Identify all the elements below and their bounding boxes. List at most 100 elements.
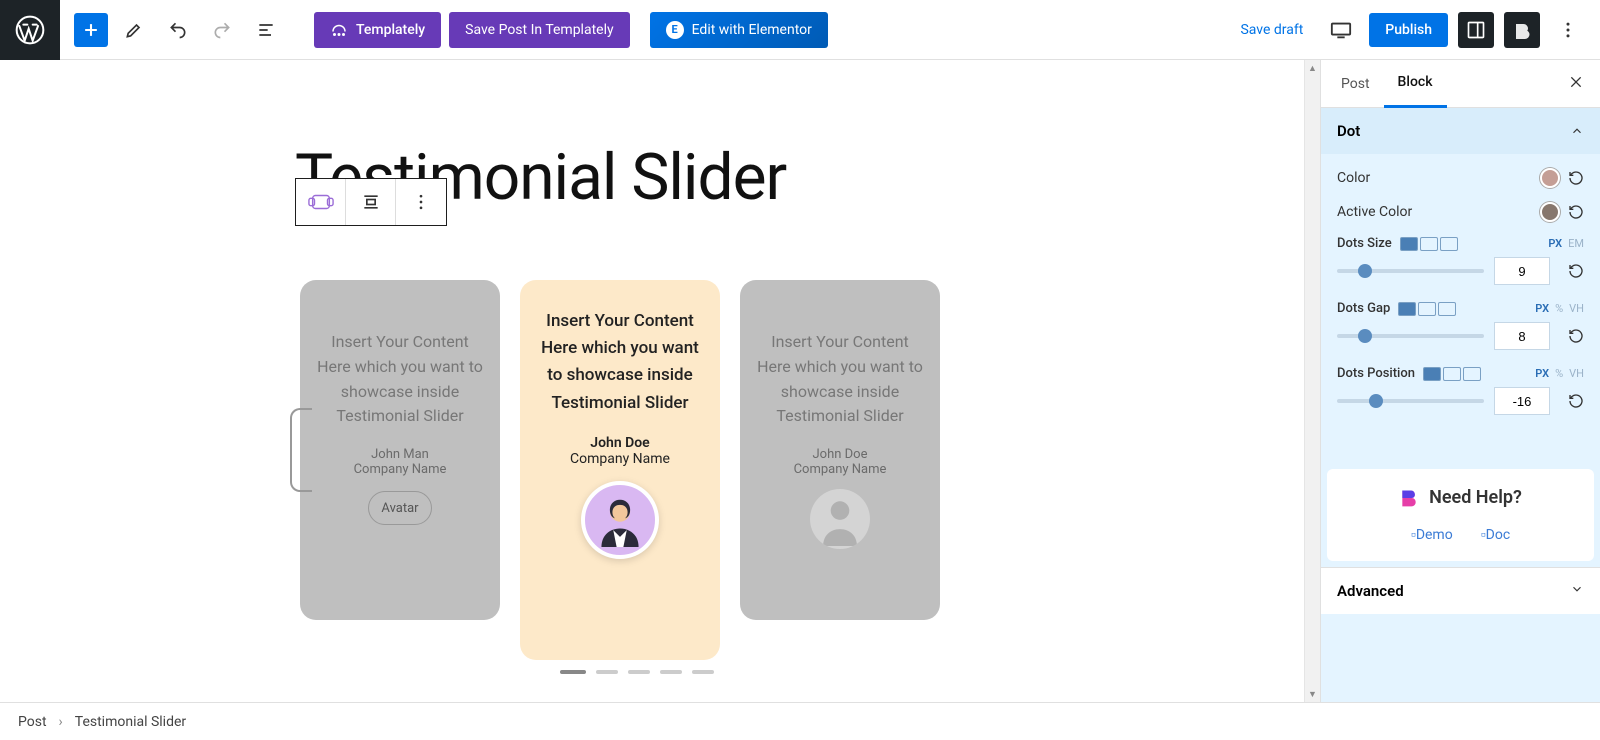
breadcrumb-separator: › xyxy=(59,714,63,730)
testimonial-name: John Doe xyxy=(536,435,704,451)
dots-position-row-header: Dots Position PX % VH xyxy=(1337,366,1584,381)
breadcrumb-current[interactable]: Testimonial Slider xyxy=(75,714,186,730)
dots-gap-slider[interactable] xyxy=(1337,334,1484,338)
unit-px[interactable]: PX xyxy=(1535,367,1549,380)
slider-dots[interactable] xyxy=(560,670,714,674)
dots-gap-label: Dots Gap xyxy=(1337,301,1390,316)
close-sidebar-button[interactable] xyxy=(1558,74,1594,94)
dots-size-label: Dots Size xyxy=(1337,236,1392,251)
unit-toggle[interactable]: PX % VH xyxy=(1535,302,1584,315)
avatar xyxy=(581,481,659,559)
more-options-button[interactable] xyxy=(1550,12,1586,48)
help-doc-link[interactable]: ▫Doc xyxy=(1481,526,1510,543)
settings-panel-toggle[interactable] xyxy=(1458,12,1494,48)
dots-position-input[interactable] xyxy=(1494,387,1550,415)
color-swatch[interactable] xyxy=(1540,168,1560,188)
device-desktop-icon[interactable] xyxy=(1423,367,1441,381)
color-row: Color xyxy=(1337,168,1584,188)
panel-advanced-header[interactable]: Advanced xyxy=(1321,567,1600,614)
testimonial-card[interactable]: Insert Your Content Here which you want … xyxy=(300,280,500,620)
device-tablet-icon[interactable] xyxy=(1418,302,1436,316)
top-toolbar: Templately Save Post In Templately E Edi… xyxy=(0,0,1600,60)
dot[interactable] xyxy=(692,670,714,674)
panel-dot-header[interactable]: Dot xyxy=(1321,108,1600,154)
dot[interactable] xyxy=(596,670,618,674)
color-label: Color xyxy=(1337,170,1370,186)
reset-icon[interactable] xyxy=(1568,204,1584,220)
responsive-toggle[interactable] xyxy=(1423,367,1481,381)
unit-vh[interactable]: VH xyxy=(1569,302,1584,315)
unit-em[interactable]: EM xyxy=(1568,237,1584,250)
save-draft-button[interactable]: Save draft xyxy=(1230,16,1313,44)
testimonial-name: John Man xyxy=(316,447,484,462)
sidebar-body: Dot Color Active Color xyxy=(1321,108,1600,702)
unit-px[interactable]: PX xyxy=(1548,237,1562,250)
essential-blocks-toggle[interactable] xyxy=(1504,12,1540,48)
help-demo-link[interactable]: ▫Demo xyxy=(1411,526,1453,543)
dots-gap-input[interactable] xyxy=(1494,322,1550,350)
publish-label: Publish xyxy=(1385,22,1432,38)
scroll-down-icon[interactable]: ▼ xyxy=(1305,686,1320,702)
device-desktop-icon[interactable] xyxy=(1400,237,1418,251)
redo-button[interactable] xyxy=(204,12,240,48)
publish-button[interactable]: Publish xyxy=(1369,13,1448,47)
active-color-label: Active Color xyxy=(1337,204,1412,220)
dot[interactable] xyxy=(628,670,650,674)
unit-percent[interactable]: % xyxy=(1555,302,1563,315)
edit-with-elementor-button[interactable]: E Edit with Elementor xyxy=(650,12,828,48)
preview-button[interactable] xyxy=(1323,12,1359,48)
device-mobile-icon[interactable] xyxy=(1438,302,1456,316)
breadcrumb-root[interactable]: Post xyxy=(18,714,47,730)
wordpress-logo[interactable] xyxy=(0,0,60,60)
editor-canvas[interactable]: Testimonial Slider Insert Your Content H… xyxy=(0,60,1304,702)
templately-label: Templately xyxy=(356,22,425,38)
unit-vh[interactable]: VH xyxy=(1569,367,1584,380)
tab-post[interactable]: Post xyxy=(1327,60,1384,108)
reset-icon[interactable] xyxy=(1568,263,1584,279)
tab-block[interactable]: Block xyxy=(1384,60,1447,108)
testimonial-card-active[interactable]: Insert Your Content Here which you want … xyxy=(520,280,720,660)
testimonial-cards: Insert Your Content Here which you want … xyxy=(300,280,940,660)
unit-toggle[interactable]: PX % VH xyxy=(1535,367,1584,380)
dots-position-slider[interactable] xyxy=(1337,399,1484,403)
device-tablet-icon[interactable] xyxy=(1420,237,1438,251)
unit-toggle[interactable]: PX EM xyxy=(1548,237,1584,250)
block-align-button[interactable] xyxy=(346,179,396,225)
add-block-button[interactable] xyxy=(74,13,108,47)
unit-percent[interactable]: % xyxy=(1555,367,1563,380)
dot-active[interactable] xyxy=(560,670,586,674)
list-view-button[interactable] xyxy=(248,12,284,48)
block-more-button[interactable] xyxy=(396,179,446,225)
device-desktop-icon[interactable] xyxy=(1398,302,1416,316)
reset-icon[interactable] xyxy=(1568,393,1584,409)
edit-mode-button[interactable] xyxy=(116,12,152,48)
avatar xyxy=(810,489,870,549)
save-in-templately-button[interactable]: Save Post In Templately xyxy=(449,12,629,48)
toolbar-left-group: Templately Save Post In Templately E Edi… xyxy=(60,12,828,48)
elementor-label: Edit with Elementor xyxy=(692,22,812,38)
elementor-icon: E xyxy=(666,21,684,39)
device-mobile-icon[interactable] xyxy=(1463,367,1481,381)
unit-px[interactable]: PX xyxy=(1535,302,1549,315)
dots-size-input[interactable] xyxy=(1494,257,1550,285)
dots-size-slider[interactable] xyxy=(1337,269,1484,273)
testimonial-quote: Insert Your Content Here which you want … xyxy=(316,330,484,429)
undo-button[interactable] xyxy=(160,12,196,48)
reset-icon[interactable] xyxy=(1568,170,1584,186)
device-mobile-icon[interactable] xyxy=(1440,237,1458,251)
templately-button[interactable]: Templately xyxy=(314,12,441,48)
responsive-toggle[interactable] xyxy=(1398,302,1456,316)
panel-dot: Color Active Color Dots Size xyxy=(1321,154,1600,451)
testimonial-card[interactable]: Insert Your Content Here which you want … xyxy=(740,280,940,620)
canvas-scrollbar[interactable]: ▲ ▼ xyxy=(1304,60,1320,702)
active-color-swatch[interactable] xyxy=(1540,202,1560,222)
dots-size-row-header: Dots Size PX EM xyxy=(1337,236,1584,251)
device-tablet-icon[interactable] xyxy=(1443,367,1461,381)
dot[interactable] xyxy=(660,670,682,674)
reset-icon[interactable] xyxy=(1568,328,1584,344)
scroll-up-icon[interactable]: ▲ xyxy=(1305,60,1320,76)
block-type-icon[interactable] xyxy=(296,179,346,225)
responsive-toggle[interactable] xyxy=(1400,237,1458,251)
avatar-placeholder[interactable]: Avatar xyxy=(368,491,432,525)
block-toolbar xyxy=(295,178,447,226)
